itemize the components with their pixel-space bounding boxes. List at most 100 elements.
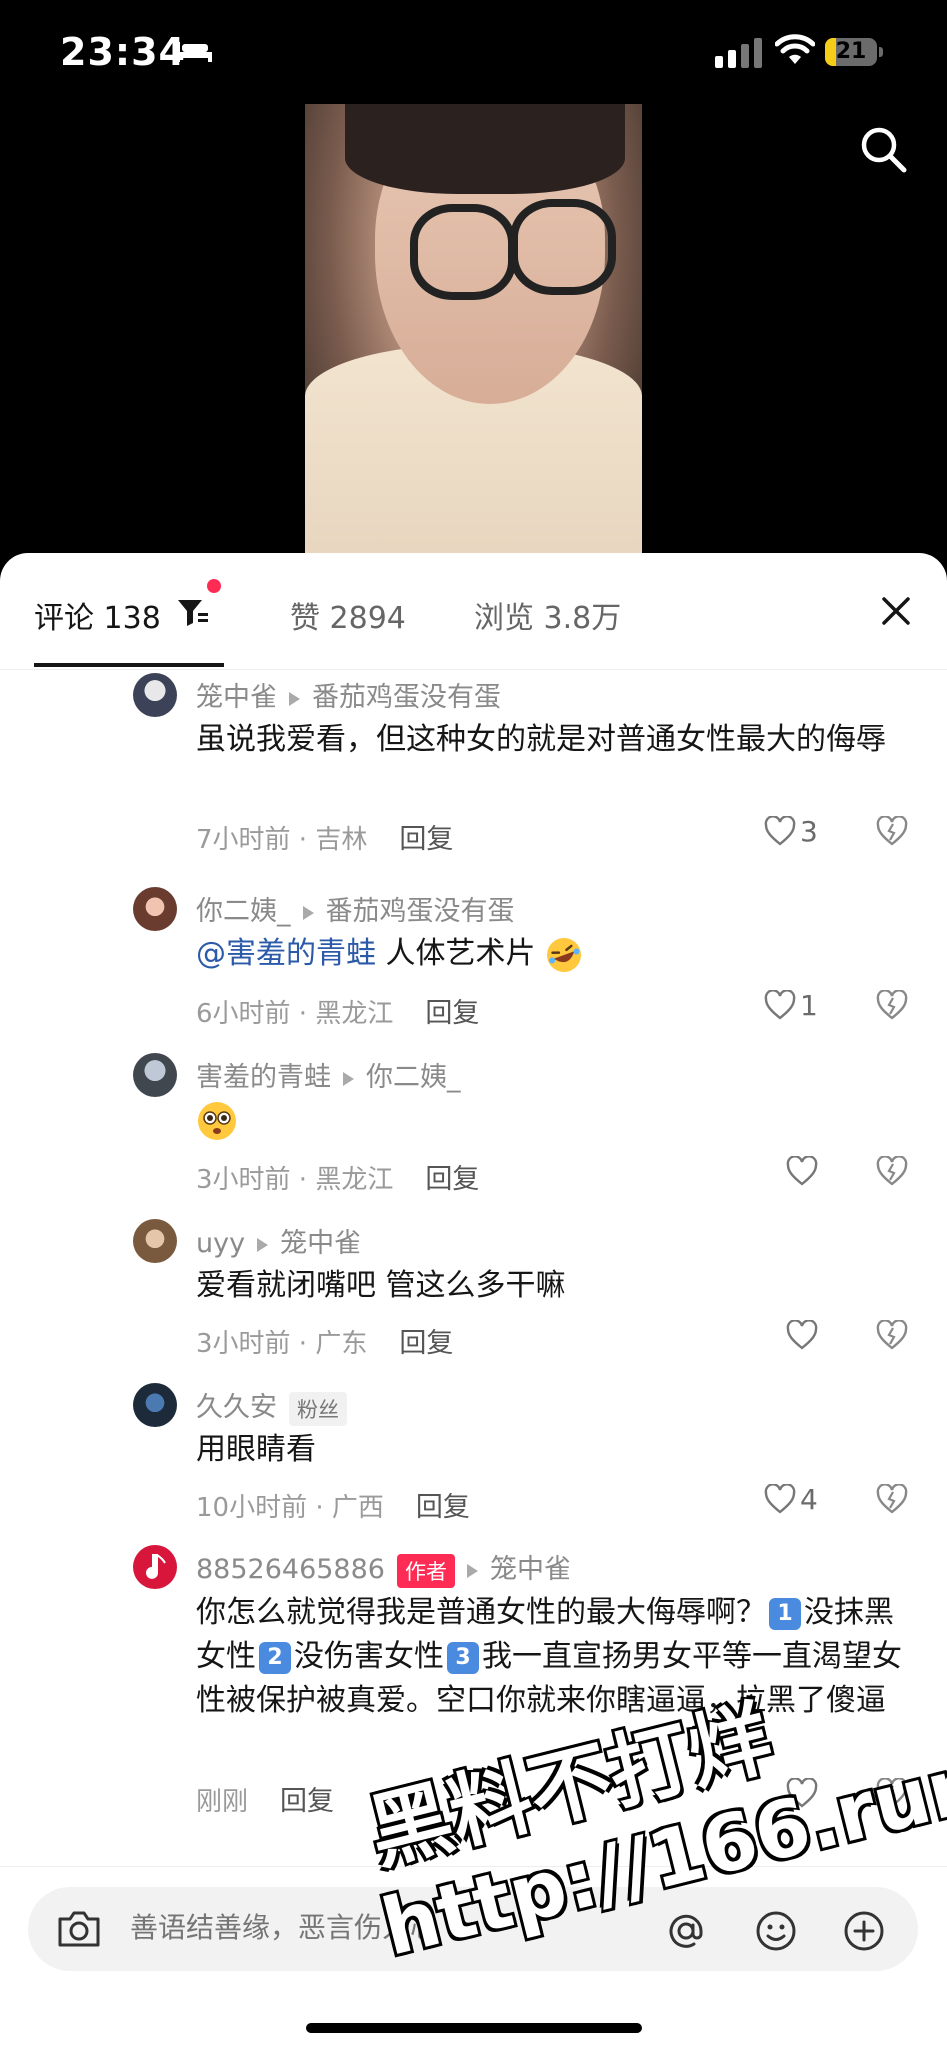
comment-time-location: 7小时前 · 吉林 — [196, 825, 368, 855]
heart-icon — [786, 1777, 818, 1808]
camera-icon[interactable] — [56, 1907, 102, 1951]
cellular-signal-icon — [715, 38, 762, 68]
reply-button[interactable]: 回复 — [416, 1492, 470, 1523]
heart-icon — [786, 1319, 818, 1350]
music-note-icon — [146, 1554, 166, 1579]
like-count: 3 — [800, 814, 818, 848]
like-button[interactable] — [786, 1317, 818, 1353]
comment-time-location: 刚刚 — [196, 1787, 249, 1817]
like-button[interactable]: 1 — [764, 987, 818, 1023]
flushed-emoji-icon — [198, 1101, 236, 1140]
comment-footer: 6小时前 · 黑龙江 回复 — [196, 991, 479, 1030]
search-icon[interactable] — [858, 124, 908, 174]
comment-author[interactable]: 你二姨_ — [196, 896, 291, 927]
like-button[interactable] — [786, 1153, 818, 1189]
comment-author[interactable]: 笼中雀 — [196, 682, 277, 713]
reply-button[interactable]: 回复 — [280, 1786, 334, 1817]
reply-button[interactable]: 回复 — [425, 1164, 479, 1195]
comment-author[interactable]: 久久安 — [196, 1392, 277, 1423]
sleep-focus-icon — [176, 42, 212, 62]
comment-author-line: 88526465886 作者 笼中雀 — [196, 1547, 571, 1588]
comment-time-location: 3小时前 · 广东 — [196, 1329, 368, 1359]
reply-target[interactable]: 笼中雀 — [280, 1228, 361, 1259]
mention-link[interactable]: @害羞的青蛙 — [196, 936, 376, 971]
home-indicator[interactable] — [306, 2023, 642, 2033]
tab-likes[interactable]: 赞 2894 — [290, 593, 406, 637]
avatar[interactable] — [133, 1383, 177, 1427]
filter-icon[interactable] — [176, 595, 210, 629]
like-count: 1 — [800, 988, 818, 1022]
tab-views[interactable]: 浏览 3.8万 — [474, 593, 621, 637]
dislike-icon[interactable] — [876, 1156, 908, 1186]
reply-arrow-icon — [289, 691, 300, 706]
dislike-icon[interactable] — [876, 1778, 908, 1808]
emoji-icon[interactable] — [754, 1909, 798, 1953]
author-badge: 作者 — [396, 1553, 455, 1588]
reply-button[interactable]: 回复 — [425, 998, 479, 1029]
comment-tabs: 评论 138 赞 2894 浏览 3.8万 — [0, 553, 947, 670]
close-icon[interactable] — [878, 593, 914, 629]
comment-footer: 3小时前 · 黑龙江 回复 — [196, 1157, 479, 1196]
comment-text: 用眼睛看 — [196, 1432, 316, 1467]
laughing-emoji-icon — [547, 937, 582, 972]
battery-indicator: 21 — [825, 38, 883, 66]
comment-text: 你怎么就觉得我是普通女性的最大侮辱啊？ 1 没抹黑女性 2 没伤害女性 3 我一直宣扬男女平… — [196, 1595, 902, 1718]
avatar[interactable] — [133, 1219, 177, 1263]
avatar[interactable] — [133, 1545, 177, 1589]
comment-author-line: 害羞的青蛙 你二姨_ — [196, 1055, 461, 1094]
reply-target[interactable]: 番茄鸡蛋没有蛋 — [326, 896, 515, 927]
comment-text: @害羞的青蛙 人体艺术片 — [196, 933, 906, 975]
like-button[interactable] — [786, 1775, 818, 1811]
add-icon[interactable] — [842, 1909, 886, 1953]
comment-footer: 刚刚 回复 — [196, 1779, 334, 1818]
dislike-icon[interactable] — [876, 1320, 908, 1350]
comment-input-container[interactable] — [28, 1887, 918, 1971]
comment-author-line: uyy 笼中雀 — [196, 1221, 361, 1260]
like-button[interactable]: 4 — [764, 1481, 818, 1517]
reply-button[interactable]: 回复 — [399, 1328, 453, 1359]
reply-arrow-icon — [343, 1071, 354, 1086]
like-button[interactable]: 3 — [764, 813, 818, 849]
keycap-one-icon: 1 — [769, 1597, 801, 1630]
comment-author-line: 久久安 粉丝 — [196, 1385, 347, 1426]
comment-author-line: 笼中雀 番茄鸡蛋没有蛋 — [196, 675, 501, 714]
active-tab-underline — [34, 663, 224, 667]
comment-footer: 3小时前 · 广东 回复 — [196, 1321, 453, 1360]
status-bar: 23:34 21 — [0, 0, 947, 100]
avatar[interactable] — [133, 673, 177, 717]
tab-comments[interactable]: 评论 138 — [34, 593, 161, 637]
notification-dot — [207, 579, 221, 593]
avatar[interactable] — [133, 887, 177, 931]
heart-icon — [764, 1483, 796, 1514]
reply-target[interactable]: 番茄鸡蛋没有蛋 — [312, 682, 501, 713]
reply-arrow-icon — [466, 1563, 478, 1578]
reply-button[interactable]: 回复 — [399, 824, 453, 855]
dislike-icon[interactable] — [876, 990, 908, 1020]
reply-arrow-icon — [302, 905, 314, 920]
comment-sheet: 评论 138 赞 2894 浏览 3.8万 笼中雀 番茄鸡蛋没有蛋 虽说我爱看，但… — [0, 553, 947, 2048]
comment-input-bar — [0, 1866, 947, 2049]
like-count: 4 — [800, 1482, 818, 1516]
keycap-three-icon: 3 — [447, 1641, 479, 1674]
status-time: 23:34 — [60, 30, 186, 74]
comment-author[interactable]: 88526465886 — [196, 1554, 385, 1585]
comment-footer: 10小时前 · 广西 回复 — [196, 1485, 470, 1524]
dislike-icon[interactable] — [876, 1484, 908, 1514]
comment-text: 爱看就闭嘴吧 管这么多干嘛 — [196, 1268, 566, 1303]
comment-input[interactable] — [130, 1911, 510, 1944]
reply-target[interactable]: 笼中雀 — [490, 1554, 571, 1585]
mention-at-icon[interactable] — [664, 1909, 708, 1953]
avatar[interactable] — [133, 1053, 177, 1097]
comment-time-location: 3小时前 · 黑龙江 — [196, 1165, 394, 1195]
wifi-icon — [775, 34, 815, 64]
fan-badge: 粉丝 — [289, 1391, 347, 1426]
dislike-icon[interactable] — [876, 816, 908, 846]
comment-footer: 7小时前 · 吉林 回复 — [196, 817, 453, 856]
reply-target[interactable]: 你二姨_ — [366, 1062, 461, 1093]
comment-author-line: 你二姨_ 番茄鸡蛋没有蛋 — [196, 889, 515, 928]
heart-icon — [764, 989, 796, 1020]
comment-author[interactable]: uyy — [196, 1228, 245, 1259]
video-preview[interactable] — [305, 104, 642, 554]
comment-author[interactable]: 害羞的青蛙 — [196, 1062, 331, 1093]
comment-time-location: 10小时前 · 广西 — [196, 1493, 384, 1523]
